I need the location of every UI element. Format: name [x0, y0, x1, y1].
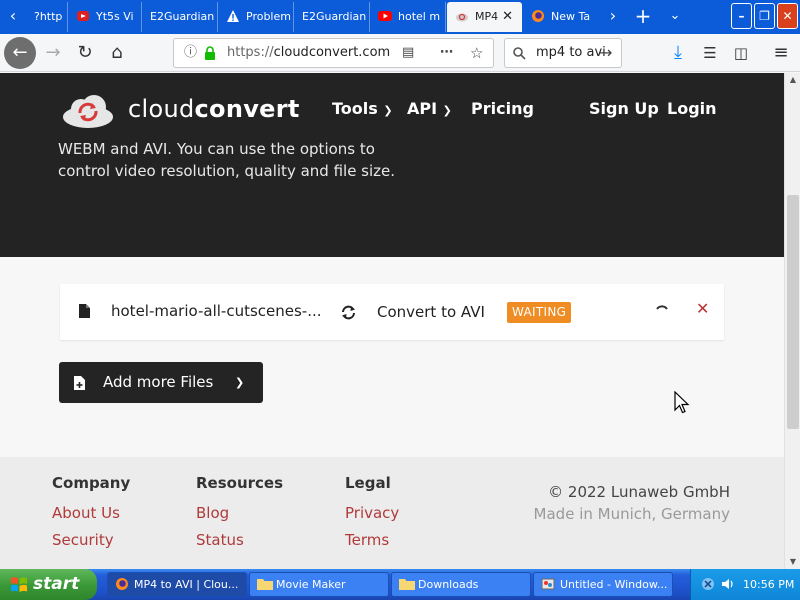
network-tray-icon[interactable] — [701, 577, 715, 591]
volume-tray-icon[interactable] — [721, 577, 735, 591]
nav-api[interactable]: API ❯ — [407, 99, 452, 118]
tab-list-chevron-down-icon[interactable]: ⌄ — [660, 0, 690, 34]
url-bar[interactable]: ⓘ https://cloudconvert.com ▤ ⋯ ☆ — [173, 38, 494, 68]
nav-pricing[interactable]: Pricing — [471, 99, 534, 118]
back-arrow-icon[interactable]: ← — [4, 37, 36, 69]
folder-icon — [257, 579, 273, 590]
windows-logo-icon — [11, 577, 27, 592]
home-icon[interactable]: ⌂ — [102, 38, 132, 68]
chevron-down-icon: ❯ — [235, 376, 245, 389]
footer-heading-company: Company — [52, 474, 131, 492]
footer: Company About Us Security Resources Blog… — [0, 457, 784, 569]
info-icon[interactable]: ⓘ — [184, 39, 197, 67]
browser-nav-bar: ← → ↻ ⌂ ⓘ https://cloudconvert.com ▤ ⋯ ☆… — [0, 34, 800, 72]
search-go-arrow-icon[interactable]: → — [599, 39, 612, 67]
cloudconvert-logo-icon[interactable] — [61, 93, 115, 129]
tab-cloudconvert-active[interactable]: MP4 ✕ — [447, 2, 522, 32]
file-icon — [79, 304, 90, 318]
taskbar-item-paint[interactable]: Untitled - Window... — [533, 572, 673, 597]
footer-link-security[interactable]: Security — [52, 531, 114, 549]
hero-description: WEBM and AVI. You can use the options to… — [58, 140, 396, 180]
firefox-icon — [532, 10, 544, 22]
browser-tab-bar: ‹ ?http Yt5s Vi E2Guardian Problem E2Gua… — [0, 0, 800, 34]
loading-spinner-icon — [656, 305, 668, 310]
clock: 10:56 PM — [743, 578, 795, 591]
search-input[interactable]: mp4 to avi → — [504, 38, 622, 68]
warning-icon — [227, 10, 239, 22]
logo-wordmark[interactable]: cloudconvert — [128, 95, 300, 123]
close-window-button[interactable]: ✕ — [777, 3, 798, 29]
web-page: cloudconvert Tools ❯ API ❯ Pricing Sign … — [0, 73, 784, 569]
copyright-text: © 2022 Lunaweb GmbH — [548, 483, 730, 501]
restore-window-button[interactable]: ❐ — [754, 3, 775, 29]
sidebar-toggle-icon[interactable]: ◫ — [726, 38, 756, 68]
taskbar-item-firefox[interactable]: MP4 to AVI | Clou... — [107, 572, 247, 597]
windows-taskbar: start MP4 to AVI | Clou... Movie Maker D… — [0, 569, 800, 600]
chevron-down-icon: ❯ — [383, 104, 393, 117]
nav-tools[interactable]: Tools ❯ — [332, 99, 393, 118]
footer-heading-legal: Legal — [345, 474, 391, 492]
hamburger-menu-icon[interactable]: ≡ — [766, 38, 796, 68]
nav-sign-up[interactable]: Sign Up — [589, 99, 659, 118]
reader-view-icon[interactable]: ▤ — [402, 39, 414, 67]
start-button[interactable]: start — [0, 569, 97, 600]
library-icon[interactable]: ☰ — [695, 38, 725, 68]
convert-format-select[interactable]: Convert to AVI — [377, 303, 485, 321]
scroll-down-arrow-icon[interactable]: ▼ — [785, 555, 800, 569]
lock-icon[interactable] — [204, 46, 216, 60]
made-in-text: Made in Munich, Germany — [533, 505, 730, 523]
reload-icon[interactable]: ↻ — [70, 38, 100, 68]
scroll-up-arrow-icon[interactable]: ▲ — [785, 73, 800, 87]
cloudconvert-icon — [456, 13, 468, 22]
footer-link-status[interactable]: Status — [196, 531, 244, 549]
page-scrollbar[interactable]: ▲ ▼ — [784, 73, 800, 569]
footer-link-privacy[interactable]: Privacy — [345, 504, 399, 522]
taskbar-item-movie-maker[interactable]: Movie Maker — [249, 572, 389, 597]
search-icon — [513, 47, 526, 60]
tab-new-tab[interactable]: New Ta — [523, 2, 599, 32]
mouse-cursor-icon — [674, 391, 690, 414]
tab-scroll-right-icon[interactable]: › — [598, 0, 628, 34]
downloads-icon[interactable]: ⤓ — [663, 38, 693, 68]
file-name: hotel-mario-all-cutscenes-... — [111, 302, 322, 320]
scroll-thumb[interactable] — [787, 195, 799, 429]
tab-e2guardian-2[interactable]: E2Guardian — [294, 2, 370, 32]
footer-link-about-us[interactable]: About Us — [52, 504, 120, 522]
footer-heading-resources: Resources — [196, 474, 284, 492]
search-text: mp4 to avi — [536, 45, 606, 60]
tab-yt5s[interactable]: Yt5s Vi — [68, 2, 142, 32]
add-more-files-button[interactable]: Add more Files ❯ — [59, 362, 263, 403]
remove-file-icon[interactable]: ✕ — [696, 299, 709, 318]
add-file-icon — [74, 376, 85, 390]
bookmark-star-icon[interactable]: ☆ — [470, 39, 483, 67]
firefox-icon — [116, 578, 128, 590]
taskbar-item-downloads[interactable]: Downloads — [391, 572, 531, 597]
chevron-down-icon: ❯ — [442, 104, 452, 117]
tab-problem[interactable]: Problem — [218, 2, 294, 32]
folder-icon — [399, 579, 415, 590]
tab-e2guardian-1[interactable]: E2Guardian — [142, 2, 218, 32]
paint-icon — [541, 578, 555, 590]
status-badge: WAITING — [507, 302, 572, 323]
tab-blank[interactable]: ?http — [26, 2, 68, 32]
close-tab-icon[interactable]: ✕ — [502, 2, 513, 32]
footer-link-blog[interactable]: Blog — [196, 504, 229, 522]
file-row: hotel-mario-all-cutscenes-... Convert to… — [60, 284, 724, 340]
url-text: https://cloudconvert.com — [227, 45, 391, 60]
new-tab-button[interactable]: + — [628, 0, 658, 34]
yt5s-icon — [77, 11, 89, 21]
hero-section: cloudconvert Tools ❯ API ❯ Pricing Sign … — [0, 73, 784, 257]
youtube-icon — [378, 11, 392, 21]
minimize-window-button[interactable]: – — [731, 3, 752, 29]
system-tray: 10:56 PM — [690, 569, 800, 600]
nav-login[interactable]: Login — [667, 99, 717, 118]
tab-scroll-left-icon[interactable]: ‹ — [0, 0, 26, 34]
page-actions-icon[interactable]: ⋯ — [440, 39, 453, 67]
tab-youtube[interactable]: hotel m — [370, 2, 446, 32]
forward-arrow-icon[interactable]: → — [38, 38, 68, 68]
footer-link-terms[interactable]: Terms — [345, 531, 389, 549]
refresh-convert-icon[interactable] — [341, 305, 356, 320]
